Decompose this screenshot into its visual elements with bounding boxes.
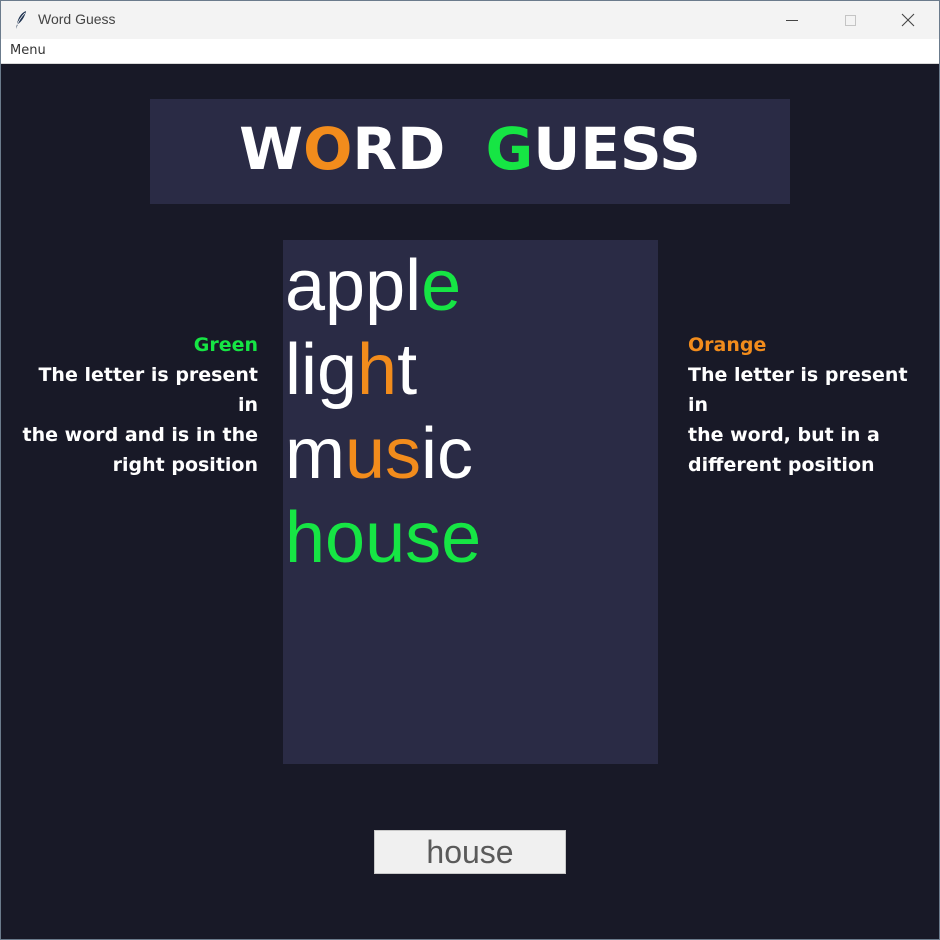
header-panel: WORD GUESS: [150, 99, 790, 204]
guess-row: music: [285, 412, 473, 496]
guess-row: apple: [285, 244, 461, 328]
guess-row: light: [285, 328, 417, 412]
game-title: WORD GUESS: [150, 115, 790, 183]
minimize-button[interactable]: [763, 1, 821, 39]
guess-letter: u: [344, 414, 386, 494]
title-segment: O: [303, 115, 353, 183]
menu-item-menu[interactable]: Menu: [10, 43, 46, 58]
guess-letter: m: [285, 414, 345, 494]
guess-letter: s: [405, 498, 442, 578]
menu-bar: Menu: [1, 39, 939, 64]
guess-letter: g: [317, 330, 358, 410]
guess-letter: i: [421, 414, 438, 494]
guess-letter: e: [421, 246, 462, 326]
minimize-icon: [786, 20, 798, 21]
legend-green: Green The letter is present in the word …: [13, 330, 258, 480]
guess-input[interactable]: [374, 830, 566, 874]
guess-letter: a: [285, 246, 326, 326]
title-segment: UESS: [533, 115, 701, 183]
legend-green-description: The letter is present in the word and is…: [22, 364, 258, 476]
close-button[interactable]: [879, 1, 937, 39]
guess-row: house: [285, 496, 481, 580]
guess-letter: u: [365, 498, 406, 578]
guess-letter: i: [301, 330, 317, 410]
title-segment: G: [485, 115, 534, 183]
app-window: Word Guess Menu WORD GUESS Green The let…: [0, 0, 940, 940]
game-area: WORD GUESS Green The letter is present i…: [1, 64, 939, 939]
guess-letter: e: [441, 498, 482, 578]
title-segment: RD: [352, 115, 486, 183]
guess-letter: t: [397, 330, 418, 410]
guess-letter: h: [357, 330, 398, 410]
guess-letter: p: [365, 246, 406, 326]
guess-letter: c: [437, 414, 474, 494]
maximize-button[interactable]: [821, 1, 879, 39]
feather-icon: [16, 11, 26, 29]
guess-letter: s: [385, 414, 422, 494]
title-bar[interactable]: Word Guess: [1, 1, 939, 39]
guess-letter: p: [325, 246, 366, 326]
close-icon: [901, 13, 915, 27]
maximize-icon: [845, 15, 856, 26]
guess-board: apple light music house: [283, 240, 658, 764]
legend-orange: Orange The letter is present in the word…: [688, 330, 933, 480]
guess-letter: h: [285, 498, 326, 578]
guess-letter: l: [405, 246, 422, 326]
guess-letter: o: [325, 498, 366, 578]
legend-orange-description: The letter is present in the word, but i…: [688, 364, 908, 476]
legend-green-title: Green: [193, 334, 258, 356]
guess-letter: l: [285, 330, 301, 410]
window-title: Word Guess: [38, 11, 116, 27]
title-segment: W: [239, 115, 304, 183]
legend-orange-title: Orange: [688, 334, 767, 356]
